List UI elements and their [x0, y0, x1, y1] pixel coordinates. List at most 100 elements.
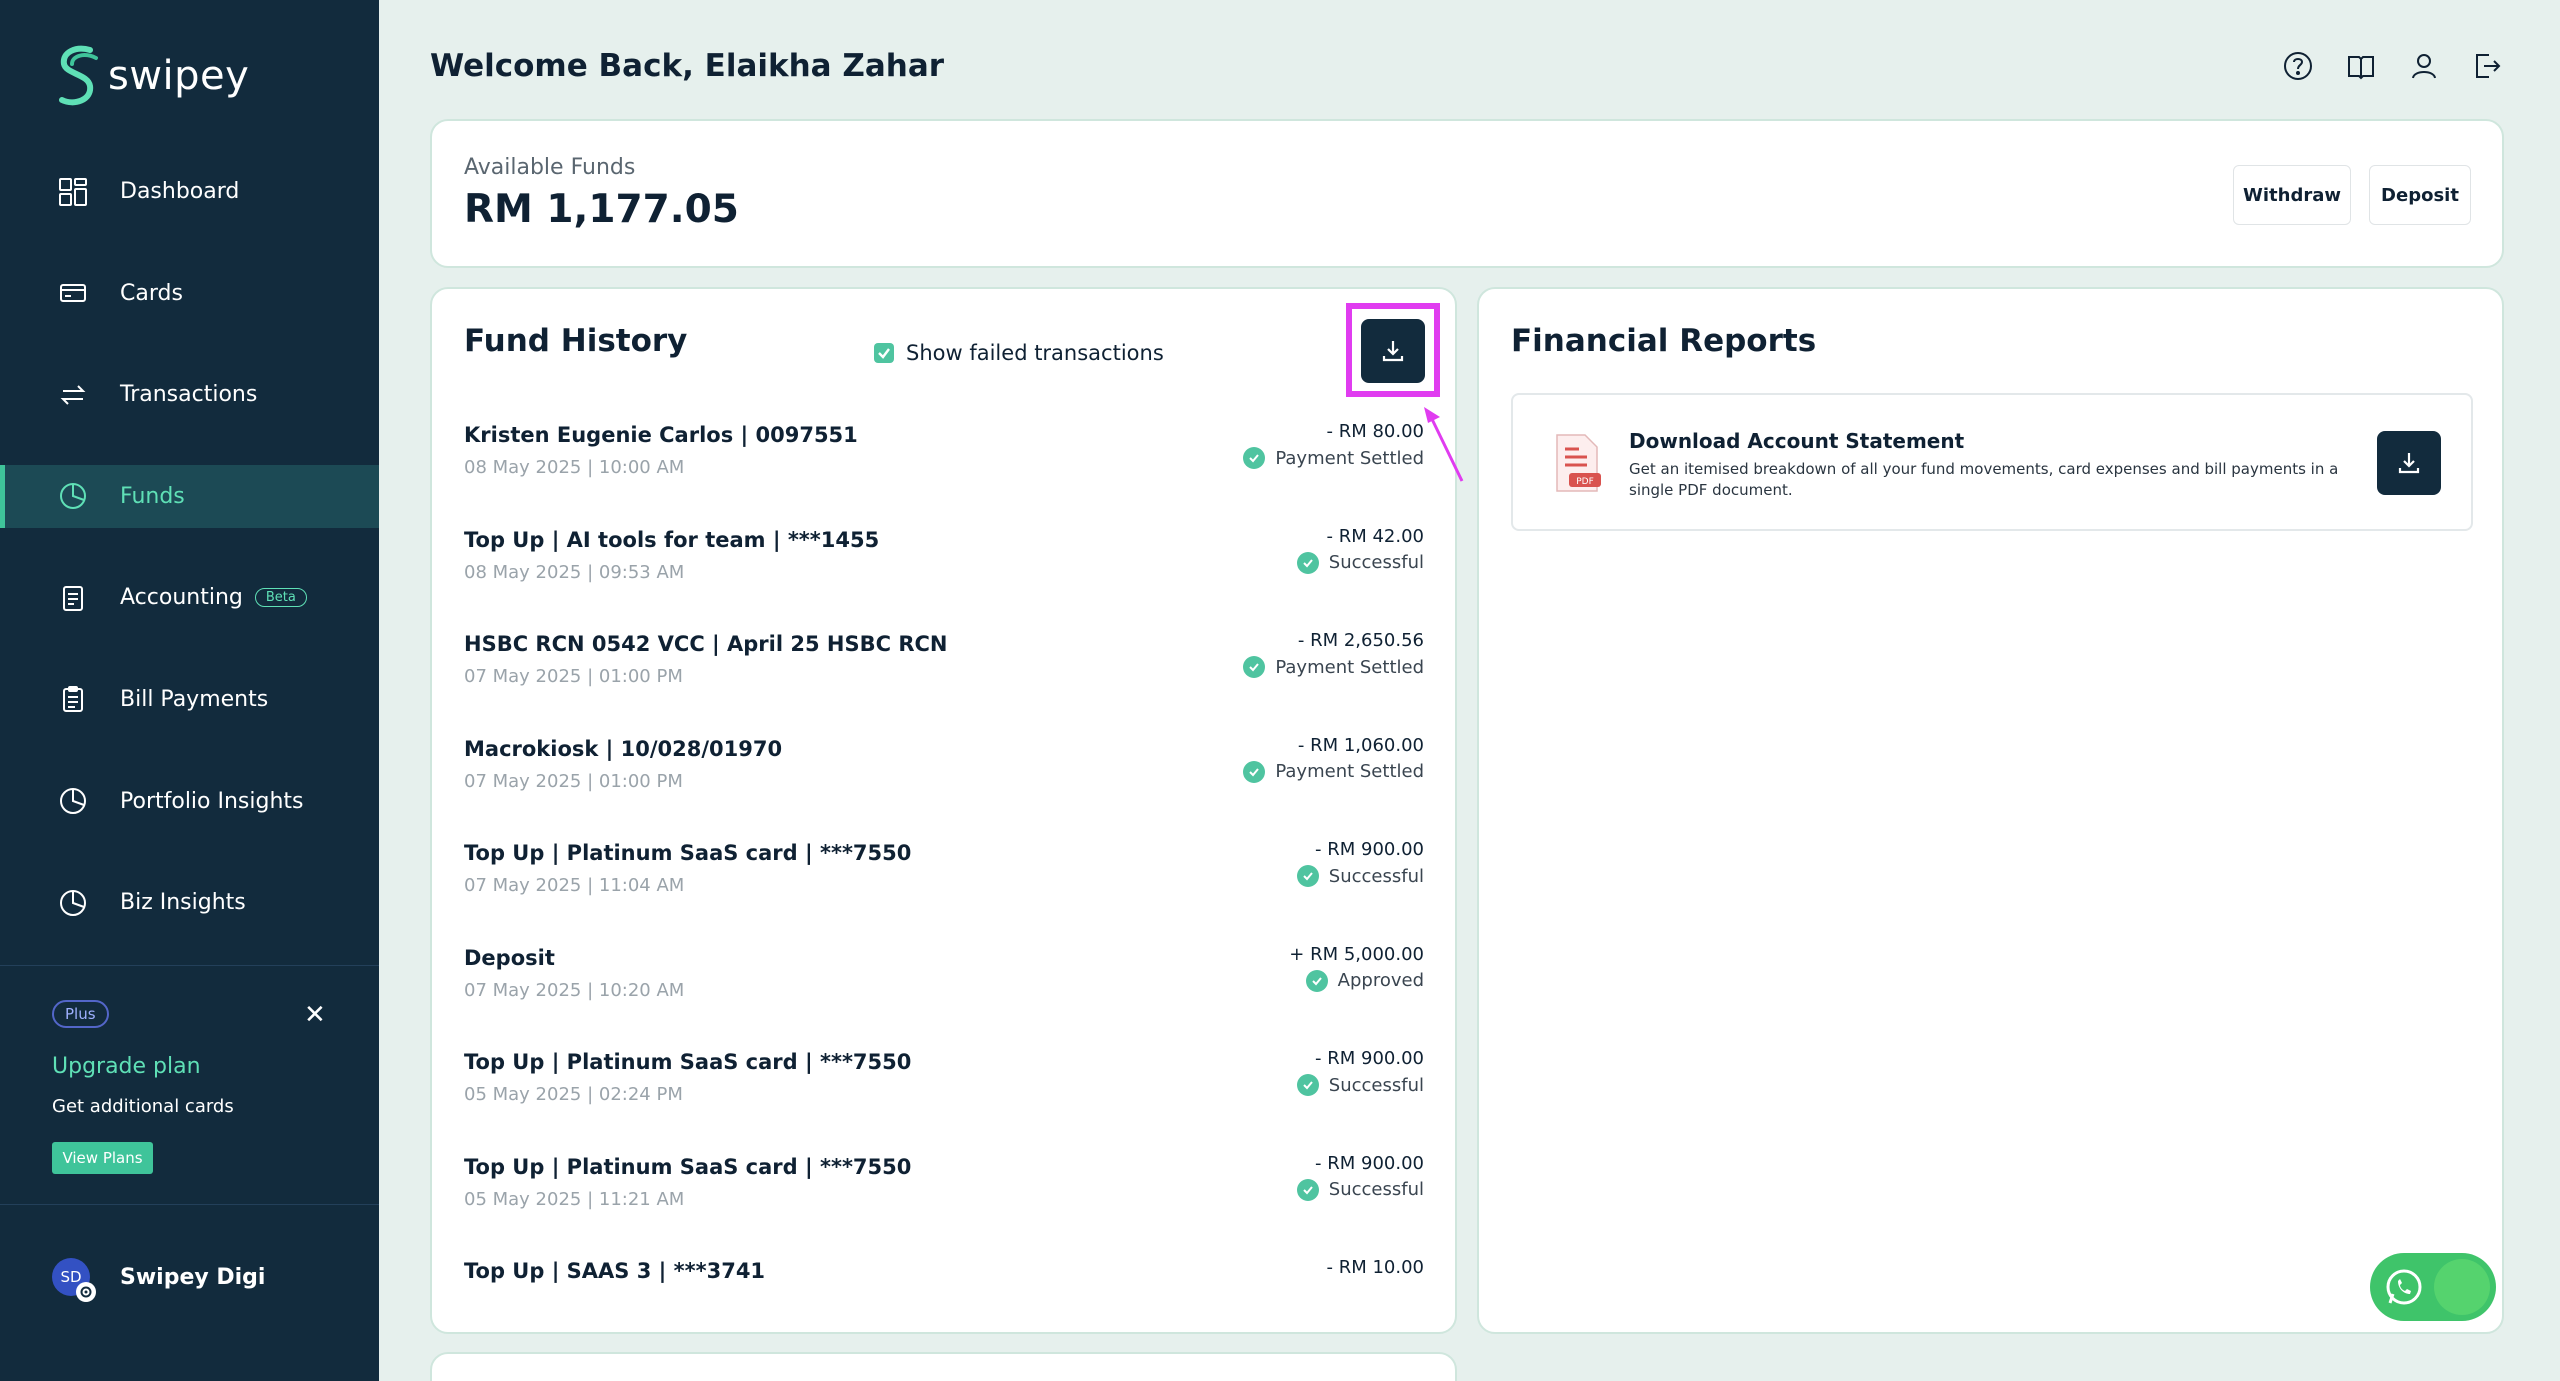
sidebar-item-cards[interactable]: Cards: [0, 262, 379, 325]
transaction-name: Top Up | AI tools for team | ***1455: [464, 527, 880, 552]
fund-history-card: Fund History Show failed transactions Kr…: [430, 287, 1457, 1334]
avatar-initials: SD: [60, 1268, 82, 1286]
transaction-name: Deposit: [464, 945, 555, 970]
clipboard-icon: [56, 682, 90, 716]
transaction-date: 07 May 2025 | 01:00 PM: [464, 666, 683, 687]
transaction-status-label: Approved: [1337, 970, 1424, 991]
transaction-amount: - RM 900.00: [1315, 1152, 1424, 1174]
sidebar-item-bill-payments[interactable]: Bill Payments: [0, 668, 379, 731]
promo-subtitle: Get additional cards: [52, 1096, 234, 1117]
whatsapp-chat-button[interactable]: [2370, 1253, 2496, 1321]
check-circle-icon: [1296, 1074, 1319, 1096]
sidebar-item-portfolio-insights[interactable]: Portfolio Insights: [0, 770, 379, 833]
check-circle-icon: [1243, 656, 1266, 678]
transaction-name: Top Up | Platinum SaaS card | ***7550: [464, 1050, 912, 1074]
download-statement-button[interactable]: [2377, 431, 2441, 495]
transaction-date: 05 May 2025 | 11:21 AM: [464, 1188, 685, 1210]
transaction-status-label: Payment Settled: [1275, 761, 1424, 782]
sidebar-item-accounting[interactable]: Accounting Beta: [0, 566, 379, 629]
transaction-status: Payment Settled: [1243, 447, 1424, 469]
download-history-button[interactable]: [1361, 319, 1425, 383]
available-funds-label: Available Funds: [464, 155, 636, 180]
transaction-row[interactable]: Kristen Eugenie Carlos | 0097551 08 May 2…: [464, 419, 1424, 524]
pie-chart-icon: [56, 784, 90, 818]
transaction-row[interactable]: Top Up | AI tools for team | ***1455 08 M…: [464, 524, 1424, 629]
transaction-row[interactable]: Top Up | SAAS 3 | ***3741 - RM 10.00: [464, 1255, 1424, 1289]
transaction-list: Kristen Eugenie Carlos | 0097551 08 May 2…: [464, 419, 1424, 1289]
download-icon: [1382, 341, 1404, 362]
whatsapp-knob: [2434, 1259, 2490, 1315]
transaction-date: 07 May 2025 | 10:20 AM: [464, 979, 685, 1001]
logo[interactable]: swipey: [54, 44, 249, 108]
check-circle-icon: [1243, 760, 1266, 783]
page-title: Welcome Back, Elaikha Zahar: [430, 48, 945, 84]
transaction-status: Successful: [1296, 1074, 1424, 1096]
transaction-status-label: Successful: [1328, 865, 1424, 887]
transaction-status: Successful: [1296, 1178, 1424, 1201]
avatar: SD: [52, 1258, 96, 1302]
sidebar-item-label: Cards: [120, 280, 183, 306]
transfer-icon: [56, 378, 90, 412]
sidebar-item-biz-insights[interactable]: Biz Insights: [0, 871, 379, 934]
sidebar-item-label: Dashboard: [120, 179, 240, 204]
plus-badge: Plus: [52, 1000, 109, 1028]
sidebar-item-label: Transactions: [120, 382, 258, 408]
help-icon[interactable]: [2280, 48, 2316, 84]
transaction-name: Top Up | SAAS 3 | ***3741: [464, 1259, 766, 1283]
check-circle-icon: [1296, 551, 1319, 574]
transaction-row[interactable]: Top Up | Platinum SaaS card | ***7550 07 …: [464, 837, 1424, 942]
transaction-amount: + RM 5,000.00: [1289, 943, 1424, 965]
close-icon[interactable]: ✕: [304, 1000, 326, 1030]
whatsapp-icon: [2386, 1269, 2422, 1305]
sidebar-item-label: Portfolio Insights: [120, 788, 304, 814]
upgrade-plan-link[interactable]: Upgrade plan: [52, 1054, 201, 1079]
header-actions: [2280, 48, 2532, 84]
transaction-status: Payment Settled: [1243, 760, 1424, 783]
transaction-status: Payment Settled: [1243, 656, 1424, 678]
transaction-amount: - RM 900.00: [1315, 839, 1424, 860]
withdraw-button[interactable]: Withdraw: [2233, 165, 2351, 225]
transaction-date: 05 May 2025 | 02:24 PM: [464, 1084, 683, 1105]
transaction-status: Successful: [1296, 865, 1424, 887]
swipey-logo-icon: [59, 45, 98, 106]
transaction-status-label: Payment Settled: [1275, 447, 1424, 469]
transaction-row[interactable]: Top Up | Platinum SaaS card | ***7550 05 …: [464, 1046, 1424, 1151]
transaction-status: Approved: [1305, 969, 1424, 992]
show-failed-checkbox[interactable]: Show failed transactions: [874, 341, 1164, 365]
transaction-row[interactable]: Top Up | Platinum SaaS card | ***7550 05 …: [464, 1151, 1424, 1256]
user-name: Swipey Digi: [120, 1264, 266, 1290]
transaction-name: Top Up | Platinum SaaS card | ***7550: [464, 841, 912, 865]
check-circle-icon: [1305, 969, 1328, 992]
transaction-row[interactable]: Macrokiosk | 10/028/01970 07 May 2025 | 0…: [464, 733, 1424, 838]
transaction-status-label: Payment Settled: [1275, 656, 1424, 678]
card-icon: [56, 276, 90, 310]
transaction-date: 07 May 2025 | 11:04 AM: [464, 875, 685, 896]
pie-chart-icon: [56, 479, 90, 513]
sidebar-nav: Dashboard Cards Transactions Funds Accou…: [0, 160, 379, 973]
pdf-label: PDF: [1576, 477, 1594, 487]
check-circle-icon: [1296, 1178, 1319, 1201]
transaction-row[interactable]: HSBC RCN 0542 VCC | April 25 HSBC RCN 07 …: [464, 628, 1424, 733]
view-plans-button[interactable]: View Plans: [52, 1142, 153, 1174]
fund-history-title: Fund History: [464, 323, 688, 359]
pie-chart-icon: [56, 886, 90, 920]
sidebar-item-label: Funds: [120, 483, 185, 509]
transaction-amount: - RM 42.00: [1326, 525, 1424, 547]
check-circle-icon: [1296, 865, 1319, 887]
sidebar-item-dashboard[interactable]: Dashboard: [0, 160, 379, 223]
sidebar-item-funds[interactable]: Funds: [0, 464, 379, 528]
annotation-arrow: [1424, 407, 1464, 482]
user-profile[interactable]: SD Swipey Digi: [52, 1258, 266, 1302]
deposit-button[interactable]: Deposit: [2369, 165, 2471, 225]
sidebar-item-transactions[interactable]: Transactions: [0, 363, 379, 426]
user-icon[interactable]: [2406, 48, 2442, 84]
transaction-date: 07 May 2025 | 01:00 PM: [464, 770, 683, 792]
sidebar-item-label: Biz Insights: [120, 890, 246, 916]
checkbox-checked-icon: [874, 343, 894, 363]
book-icon[interactable]: [2343, 48, 2379, 84]
transaction-row[interactable]: Deposit 07 May 2025 | 10:20 AM + RM 5,000.…: [464, 942, 1424, 1047]
logout-icon[interactable]: [2469, 48, 2505, 84]
statement-title: Download Account Statement: [1629, 429, 1965, 453]
transaction-status-label: Successful: [1328, 552, 1424, 573]
sidebar: swipey Dashboard Cards Transactions Fund…: [0, 0, 379, 1381]
